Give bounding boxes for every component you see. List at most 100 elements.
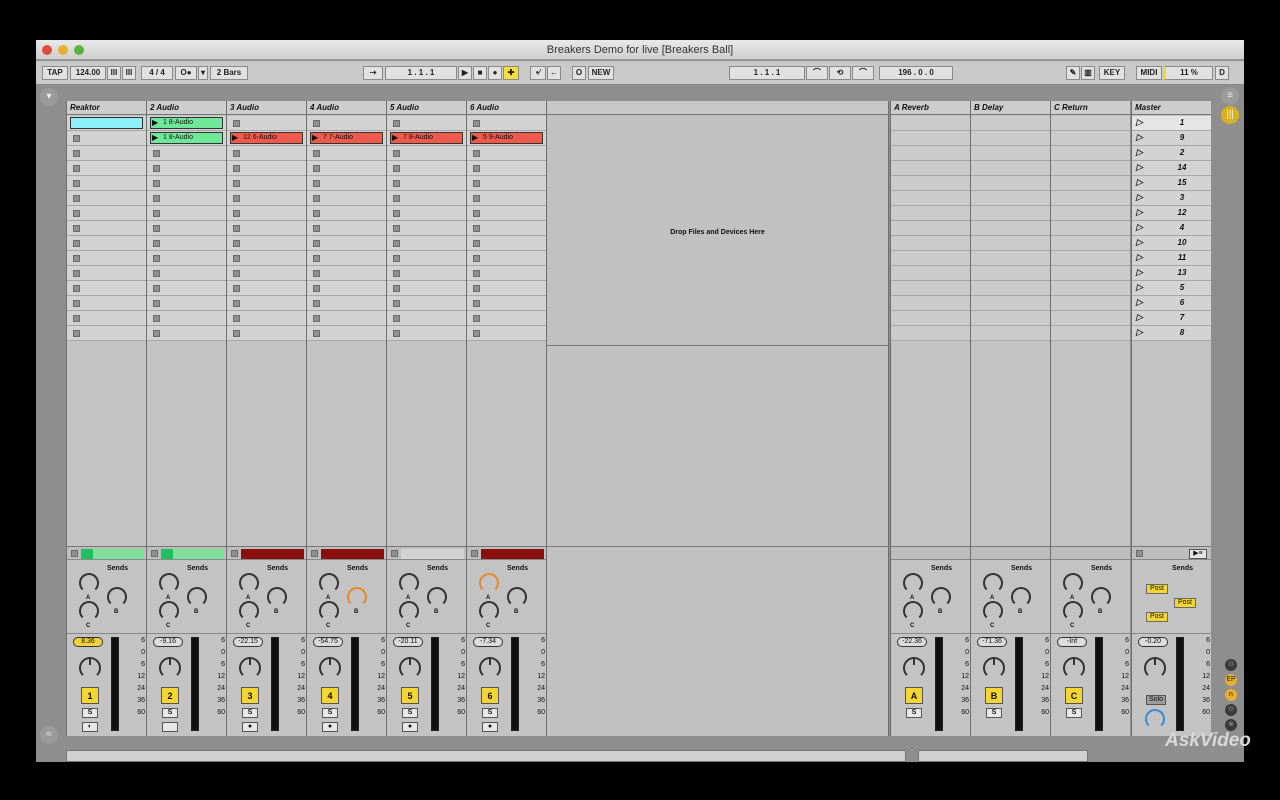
scene-slot[interactable]: ▷ 13 bbox=[1132, 266, 1211, 281]
solo-button[interactable]: S bbox=[402, 708, 418, 718]
scene-launch-icon[interactable]: ▷ bbox=[1136, 312, 1143, 323]
clip-slot[interactable] bbox=[971, 131, 1050, 146]
play-icon[interactable]: ▶ bbox=[458, 66, 472, 80]
clip-slot[interactable] bbox=[67, 161, 146, 176]
clip-slot[interactable] bbox=[147, 206, 226, 221]
clip-slot[interactable] bbox=[147, 191, 226, 206]
clip-stop-icon[interactable] bbox=[153, 300, 160, 307]
clip-slot[interactable] bbox=[971, 281, 1050, 296]
clip-slot[interactable]: ▶ 5 9-Audio bbox=[467, 131, 546, 146]
clip-stop-icon[interactable] bbox=[313, 225, 320, 232]
clip-slot[interactable] bbox=[971, 161, 1050, 176]
clip-slot[interactable] bbox=[891, 281, 970, 296]
clip-slot[interactable] bbox=[1051, 236, 1130, 251]
clip-slot[interactable] bbox=[67, 281, 146, 296]
clip-slot[interactable]: ▶ 1 8-Audio bbox=[147, 116, 226, 131]
clip-slot[interactable] bbox=[971, 176, 1050, 191]
clip-stop-icon[interactable] bbox=[473, 195, 480, 202]
nudge-down-button[interactable]: III bbox=[107, 66, 121, 80]
send-a-knob[interactable] bbox=[983, 573, 1003, 593]
clip-stop-icon[interactable] bbox=[73, 195, 80, 202]
clip-slot[interactable] bbox=[67, 266, 146, 281]
clip-stop-icon[interactable] bbox=[313, 300, 320, 307]
clip-slot[interactable] bbox=[227, 221, 306, 236]
clip-slot[interactable] bbox=[891, 266, 970, 281]
clip-stop-icon[interactable] bbox=[153, 315, 160, 322]
pan-knob[interactable] bbox=[159, 657, 181, 679]
send-a-knob[interactable] bbox=[79, 573, 99, 593]
clip-slot[interactable] bbox=[387, 191, 466, 206]
clip-stop-icon[interactable] bbox=[233, 180, 240, 187]
metronome-button[interactable]: O● bbox=[175, 66, 197, 80]
volume-field[interactable]: -9.16 bbox=[153, 637, 183, 647]
scene-launch-icon[interactable]: ▷ bbox=[1136, 237, 1143, 248]
stop-all-clips-icon[interactable] bbox=[1136, 550, 1143, 557]
clip-slot[interactable] bbox=[67, 176, 146, 191]
clip-stop-icon[interactable] bbox=[233, 255, 240, 262]
clip-slot[interactable] bbox=[307, 296, 386, 311]
clip-slot[interactable]: ▶ 7 7-Audio bbox=[307, 131, 386, 146]
send-c-knob[interactable] bbox=[903, 601, 923, 621]
send-b-knob[interactable] bbox=[347, 587, 367, 607]
clip-slot[interactable] bbox=[147, 176, 226, 191]
clip-slot[interactable] bbox=[67, 131, 146, 146]
clip-stop-icon[interactable] bbox=[393, 285, 400, 292]
send-c-knob[interactable] bbox=[983, 601, 1003, 621]
clip-slot[interactable] bbox=[307, 176, 386, 191]
clip-stop-icon[interactable] bbox=[233, 150, 240, 157]
loop-start-field[interactable]: 1 . 1 . 1 bbox=[729, 66, 805, 80]
pan-knob[interactable] bbox=[239, 657, 261, 679]
clip[interactable]: ▶ 1 8-Audio bbox=[150, 132, 223, 144]
track-title[interactable]: A Reverb bbox=[891, 101, 970, 115]
track-activator-button[interactable]: 2 bbox=[161, 687, 179, 704]
clip-stop-icon[interactable] bbox=[313, 150, 320, 157]
clip-slot[interactable] bbox=[467, 266, 546, 281]
clip-slot[interactable] bbox=[147, 236, 226, 251]
clip-slot[interactable] bbox=[1051, 326, 1130, 341]
clip-stop-icon[interactable] bbox=[393, 315, 400, 322]
clip-slot[interactable]: ▶ 12 6-Audio bbox=[227, 131, 306, 146]
mixer-toggle-icon[interactable]: ⊙ bbox=[1225, 704, 1237, 716]
clip-slot[interactable] bbox=[467, 176, 546, 191]
clip-slot[interactable] bbox=[307, 116, 386, 131]
clip[interactable]: ▶ 12 6-Audio bbox=[230, 132, 303, 144]
scene-slot[interactable]: ▷ 6 bbox=[1132, 296, 1211, 311]
clip-slot[interactable] bbox=[891, 206, 970, 221]
clip-slot[interactable] bbox=[1051, 176, 1130, 191]
pan-knob[interactable] bbox=[1144, 657, 1166, 679]
arm-button[interactable]: ● bbox=[402, 722, 418, 732]
clip-slot[interactable] bbox=[67, 146, 146, 161]
clip-stop-icon[interactable] bbox=[73, 150, 80, 157]
solo-button[interactable]: S bbox=[906, 708, 922, 718]
clip-stop-icon[interactable] bbox=[473, 270, 480, 277]
clip-slot[interactable] bbox=[147, 296, 226, 311]
record-icon[interactable]: ● bbox=[488, 66, 502, 80]
clip-stop-icon[interactable] bbox=[313, 315, 320, 322]
scene-launch-icon[interactable]: ▷ bbox=[1136, 177, 1143, 188]
volume-field[interactable]: 8.36 bbox=[73, 637, 103, 647]
pan-knob[interactable] bbox=[1063, 657, 1085, 679]
clip-stop-icon[interactable] bbox=[473, 330, 480, 337]
send-a-knob[interactable] bbox=[903, 573, 923, 593]
clip-stop-icon[interactable] bbox=[473, 225, 480, 232]
send-b-knob[interactable] bbox=[1091, 587, 1111, 607]
clip-stop-icon[interactable] bbox=[233, 300, 240, 307]
clip-slot[interactable] bbox=[147, 311, 226, 326]
clip-slot[interactable] bbox=[1051, 131, 1130, 146]
clip-slot[interactable] bbox=[467, 221, 546, 236]
nudge-up-button[interactable]: III bbox=[122, 66, 136, 80]
clip-launch-icon[interactable]: ▶ bbox=[152, 133, 158, 143]
clip-slot[interactable] bbox=[467, 281, 546, 296]
track-title[interactable]: 4 Audio bbox=[307, 101, 386, 115]
sends-toggle-icon[interactable]: EP bbox=[1225, 674, 1237, 686]
clip-stop-icon[interactable] bbox=[233, 240, 240, 247]
solo-button[interactable]: S bbox=[162, 708, 178, 718]
send-a-knob[interactable] bbox=[159, 573, 179, 593]
clip-stop-icon[interactable] bbox=[393, 195, 400, 202]
clip-stop-icon[interactable] bbox=[153, 180, 160, 187]
track-title[interactable]: 2 Audio bbox=[147, 101, 226, 115]
clip-slot[interactable] bbox=[307, 161, 386, 176]
clip-slot[interactable] bbox=[307, 266, 386, 281]
clip-stop-icon[interactable] bbox=[313, 165, 320, 172]
clip-stop-icon[interactable] bbox=[73, 285, 80, 292]
